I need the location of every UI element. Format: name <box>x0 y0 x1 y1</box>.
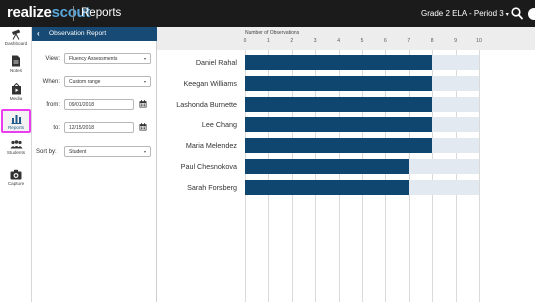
student-name-label: Sarah Forsberg <box>187 182 237 192</box>
rail-item-reports[interactable]: Reports <box>1 109 31 133</box>
student-name-label: Lashonda Burnette <box>176 99 237 109</box>
back-chevron-icon[interactable]: ‹ <box>37 27 40 41</box>
observation-bar[interactable] <box>245 75 433 91</box>
x-tick-label: 8 <box>430 38 434 44</box>
view-select[interactable]: Fluency Assessments ▾ <box>64 53 151 64</box>
rail-item-notes[interactable]: Notes <box>1 55 31 73</box>
x-tick-label: 6 <box>384 38 387 44</box>
brand-part-1: realize <box>7 4 52 21</box>
title-divider <box>73 6 74 21</box>
chevron-down-icon: ▾ <box>143 79 146 84</box>
student-name-label: Daniel Rahal <box>195 58 237 67</box>
calendar-icon[interactable] <box>139 123 147 131</box>
chevron-down-icon: ▾ <box>143 149 146 154</box>
observation-bar[interactable] <box>245 138 433 154</box>
camera-icon <box>10 169 22 180</box>
top-bar: realizescout Reports Grade 2 ELA - Perio… <box>0 0 535 27</box>
rail-label: Dashboard <box>4 41 28 46</box>
to-date-value: 12/15/2018 <box>69 125 95 131</box>
rail-label: Capture <box>7 181 25 186</box>
rail-label: Students <box>6 150 26 155</box>
observation-bar[interactable] <box>245 117 433 133</box>
from-label: from: <box>46 102 60 108</box>
rail-item-dashboard[interactable]: Dashboard <box>1 29 31 48</box>
observation-chart: Number of Observations 0 1 2 3 4 5 6 7 8 9 10 Dani… <box>157 27 535 302</box>
class-selector-label: Grade 2 ELA - Period 3 <box>421 9 504 18</box>
x-tick-label: 4 <box>337 38 340 44</box>
from-date-value: 09/01/2018 <box>69 102 95 108</box>
x-tick-label: 0 <box>243 38 247 44</box>
panel-title: Observation Report <box>49 30 107 37</box>
app-title: Reports <box>81 7 122 19</box>
rail-label: Notes <box>9 68 22 73</box>
x-axis-title: Number of Observations <box>245 30 300 36</box>
from-date-input[interactable]: 09/01/2018 <box>64 99 134 110</box>
observation-bar[interactable] <box>245 55 433 70</box>
search-icon[interactable] <box>511 7 523 20</box>
view-label: View: <box>45 56 60 62</box>
observation-bar[interactable] <box>245 159 409 174</box>
left-nav-rail: Dashboard Notes Media Reports Students C… <box>0 27 32 302</box>
student-name-label: Keegan Williams <box>183 78 237 88</box>
class-selector[interactable]: Grade 2 ELA - Period 3 ▾ <box>421 9 509 20</box>
rail-label: Media <box>9 96 23 101</box>
user-avatar-icon[interactable] <box>528 8 535 20</box>
when-select[interactable]: Custom range ▾ <box>64 76 151 87</box>
rail-item-media[interactable]: Media <box>1 83 31 101</box>
student-name-label: Maria Melendez <box>185 141 237 151</box>
x-tick-label: 9 <box>454 38 457 44</box>
calendar-icon[interactable] <box>139 100 147 108</box>
rail-label: Reports <box>7 125 25 130</box>
media-icon <box>11 83 21 95</box>
telescope-icon <box>12 29 21 40</box>
brand-logo[interactable]: realizescout <box>7 4 90 22</box>
rail-item-capture[interactable]: Capture <box>1 169 31 189</box>
chevron-down-icon: ▾ <box>505 12 509 18</box>
x-tick-label: 2 <box>290 38 294 44</box>
to-date-input[interactable]: 12/15/2018 <box>64 122 134 133</box>
when-select-value: Custom range <box>69 79 101 85</box>
chart-axis-band: Number of Observations 0 1 2 3 4 5 6 7 8 9 10 <box>157 27 535 50</box>
students-icon <box>10 140 22 149</box>
observation-bar[interactable] <box>245 179 409 195</box>
note-icon <box>12 55 20 67</box>
when-label: When: <box>42 79 60 85</box>
sortby-select[interactable]: Student ▾ <box>64 146 151 157</box>
x-tick-label: 3 <box>313 38 317 44</box>
x-tick-label: 7 <box>407 38 411 44</box>
student-name-label: Paul Chesnokova <box>180 162 237 171</box>
report-filter-panel: ‹ Observation Report View: Fluency Asses… <box>32 27 157 302</box>
bar-chart-icon <box>11 115 21 124</box>
chevron-down-icon: ▾ <box>143 56 146 61</box>
rail-item-students[interactable]: Students <box>1 140 31 158</box>
sortby-label: Sort by: <box>36 149 57 155</box>
sortby-select-value: Student <box>69 149 87 155</box>
observation-bar[interactable] <box>245 96 433 112</box>
x-tick-label: 5 <box>360 38 364 44</box>
x-tick-label: 10 <box>476 38 482 44</box>
x-tick-label: 1 <box>267 38 270 44</box>
student-name-label: Lee Chang <box>201 120 237 130</box>
panel-header: ‹ Observation Report <box>32 27 157 41</box>
to-label: to: <box>53 125 60 131</box>
view-select-value: Fluency Assessments <box>69 56 118 62</box>
gridline <box>479 50 480 302</box>
